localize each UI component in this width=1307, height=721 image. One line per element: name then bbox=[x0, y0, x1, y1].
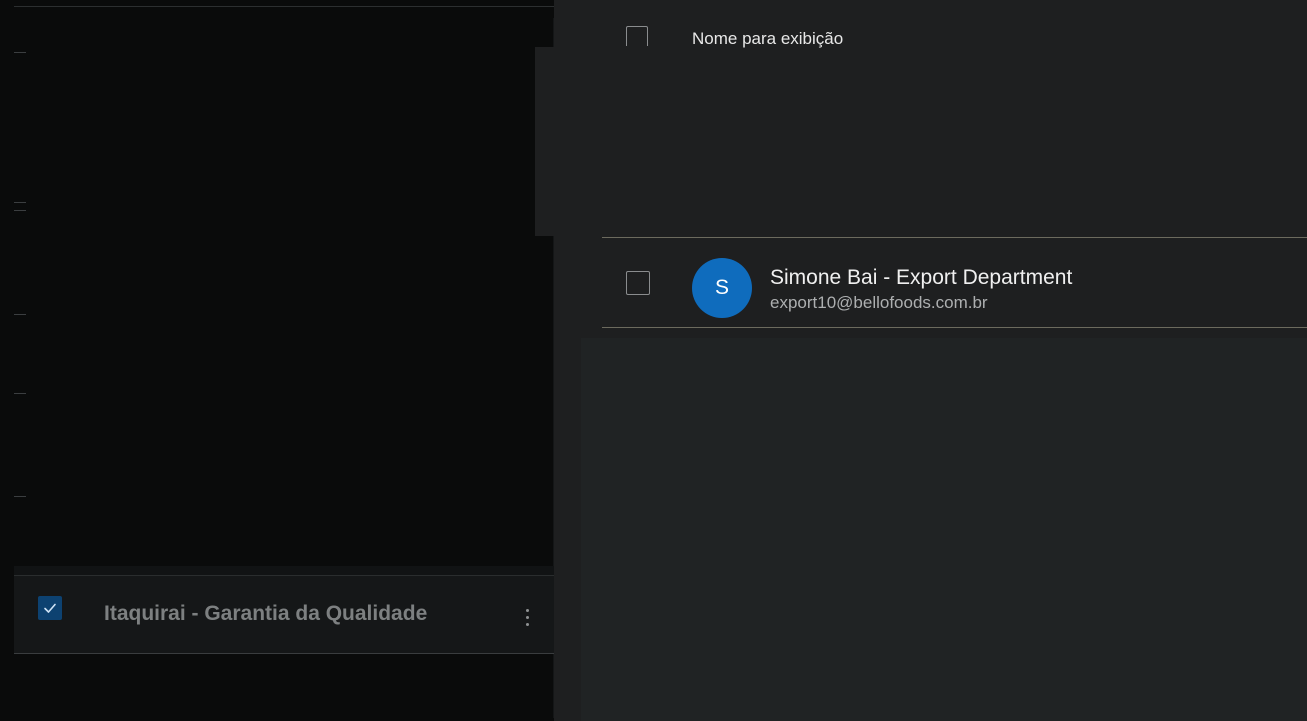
results-empty-area bbox=[581, 338, 1307, 721]
list-item-selected[interactable]: Itaquirai - Garantia da Qualidade bbox=[14, 575, 554, 654]
divider bbox=[14, 393, 26, 394]
select-all-checkbox[interactable] bbox=[626, 26, 648, 48]
divider bbox=[14, 210, 26, 211]
background-list-pane: Itaquirai - Garantia da Qualidade bbox=[0, 0, 554, 721]
list-item-label: Itaquirai - Garantia da Qualidade bbox=[104, 602, 428, 625]
column-header-display-name[interactable]: Nome para exibição bbox=[692, 29, 843, 49]
checkmark-icon bbox=[44, 603, 56, 613]
contact-row[interactable]: S Simone Bai - Export Department export1… bbox=[602, 237, 1307, 328]
panel-edge bbox=[535, 47, 555, 236]
divider bbox=[14, 314, 26, 315]
divider bbox=[14, 496, 26, 497]
divider bbox=[14, 6, 554, 7]
header-mask bbox=[554, 46, 1307, 56]
contact-email: export10@bellofoods.com.br bbox=[770, 293, 988, 312]
divider bbox=[14, 202, 26, 203]
people-picker-panel: Nome para exibição S Simone Bai - Export… bbox=[554, 0, 1307, 721]
avatar: S bbox=[692, 258, 752, 318]
contact-checkbox[interactable] bbox=[626, 271, 650, 295]
row-checkbox[interactable] bbox=[38, 596, 62, 620]
row-shade bbox=[14, 566, 554, 575]
contact-name: Simone Bai - Export Department bbox=[770, 266, 1073, 289]
more-options-icon[interactable] bbox=[518, 600, 536, 634]
divider bbox=[14, 52, 26, 53]
